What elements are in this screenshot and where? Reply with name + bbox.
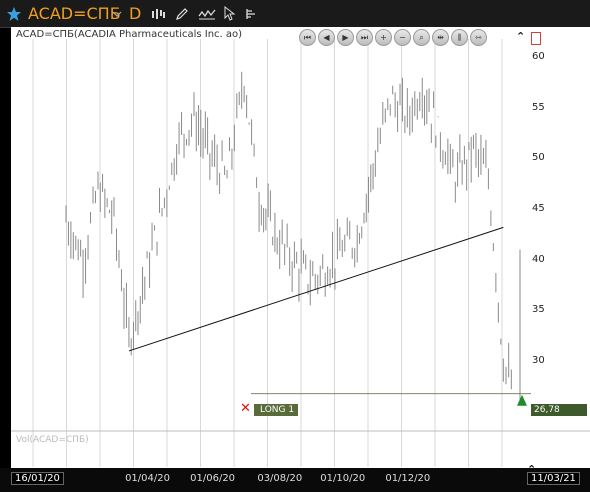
trendline[interactable] <box>128 226 504 352</box>
y-tick-label: 40 <box>532 253 545 265</box>
close-position-icon[interactable]: ✕ <box>240 402 251 415</box>
candles-icon[interactable] <box>150 0 166 27</box>
collapse-up-icon[interactable]: ⌃ <box>516 30 525 43</box>
zoom-in-icon[interactable]: + <box>375 29 392 46</box>
y-tick-label: 55 <box>532 101 545 113</box>
next-icon[interactable]: ⏭ <box>356 29 373 46</box>
x-tick-label: 01/10/20 <box>320 473 366 484</box>
trendline-segment <box>128 226 504 352</box>
cursor-icon[interactable] <box>224 0 236 27</box>
position-tag[interactable]: LONG 1 <box>254 404 299 416</box>
first-icon[interactable]: ⏮ <box>299 29 316 46</box>
y-tick-label: 45 <box>532 203 545 215</box>
x-tick-label: 11/03/21 <box>527 472 580 485</box>
chart-title: ACAD=СПБ(ACADIA Pharmaceuticals Inc. ao) <box>16 29 243 40</box>
x-tick-label: 01/12/20 <box>385 473 431 484</box>
price-chart[interactable] <box>11 27 590 492</box>
shrink-icon[interactable]: ⇿ <box>470 29 487 46</box>
x-tick-label: 01/04/20 <box>125 473 170 484</box>
zoom-fit-icon[interactable]: ⌕ <box>413 29 430 46</box>
y-tick-label: 30 <box>532 355 545 367</box>
y-tick-label: 60 <box>532 51 545 63</box>
compress-icon[interactable]: ⫼ <box>451 29 468 46</box>
toolbar: ACAD=СПБ D <box>0 0 590 28</box>
x-tick-label: 16/01/20 <box>11 472 64 485</box>
y-tick-label: 35 <box>532 304 545 316</box>
prev-icon[interactable]: ◀ <box>318 29 335 46</box>
play-icon[interactable]: ▶ <box>337 29 354 46</box>
buy-marker-icon <box>517 394 527 406</box>
ticker-symbol[interactable]: ACAD=СПБ <box>28 0 121 27</box>
spread-icon[interactable]: ⇹ <box>432 29 449 46</box>
y-tick-label: 50 <box>532 152 545 164</box>
indicator-icon[interactable] <box>198 0 216 27</box>
x-tick-label: 03/08/20 <box>257 473 303 484</box>
x-tick-label: 01/06/20 <box>190 473 236 484</box>
grid <box>11 39 590 467</box>
star-icon[interactable] <box>6 0 22 27</box>
chart-panel[interactable]: ACAD=СПБ(ACADIA Pharmaceuticals Inc. ao)… <box>11 27 590 492</box>
period-selector[interactable]: D <box>129 0 141 27</box>
nav-controls: ⏮ ◀ ▶ ⏭ + − ⌕ ⇹ ⫼ ⇿ <box>299 29 487 46</box>
zoom-out-icon[interactable]: − <box>394 29 411 46</box>
settings-icon[interactable] <box>245 0 259 27</box>
chevron-down-icon[interactable] <box>112 0 122 27</box>
volume-label: Vol(ACAD=СПБ) <box>16 435 89 445</box>
chart-window: ACAD=СПБ D ACAD=СПБ(ACADIA Pharmaceutica… <box>0 0 590 492</box>
panel-toggle-icon[interactable] <box>531 32 541 45</box>
pencil-icon[interactable] <box>175 0 189 27</box>
price-bars <box>65 71 521 402</box>
current-price-tag: 26,78 <box>531 404 587 416</box>
